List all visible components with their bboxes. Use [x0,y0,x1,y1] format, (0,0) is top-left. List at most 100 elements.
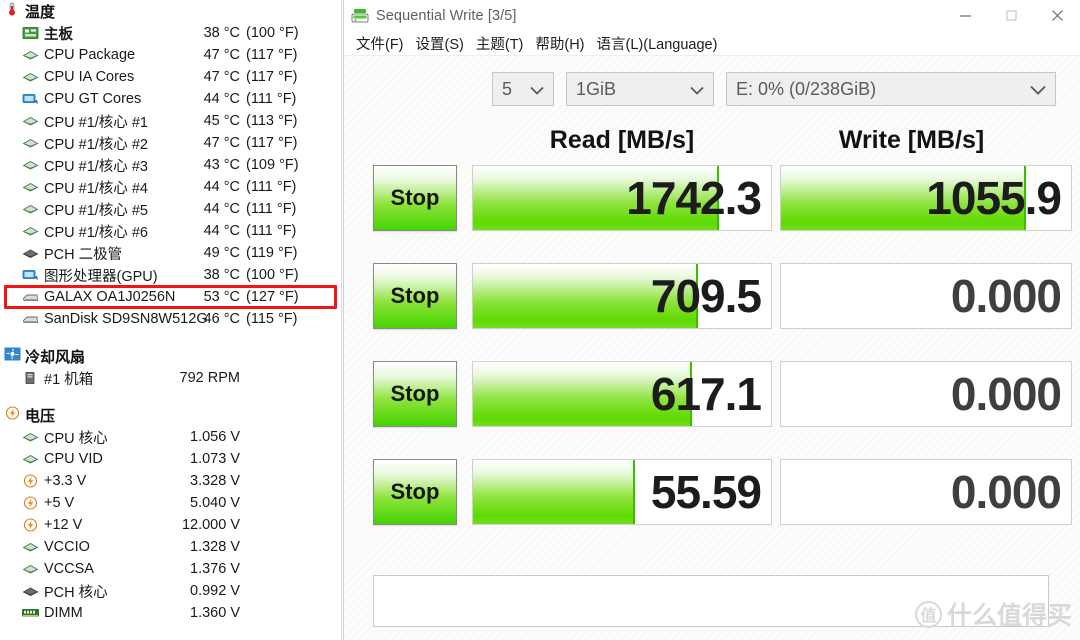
sensor-row[interactable]: CPU #1/核心 #3 43 °C (109 °F) [0,154,342,176]
read-result-seq1m-q8t1[interactable]: 1742.3 [472,165,772,231]
sensor-row[interactable]: CPU IA Cores 47 °C (117 °F) [0,66,342,88]
sensor-value: 792 RPM [176,370,336,386]
sensor-value-primary: 0.992 V [190,583,240,599]
sensor-group-label: 冷却风扇 [25,348,86,366]
sensor-label: GALAX OA1J0256N [44,289,176,305]
pch-chip-icon [22,584,39,598]
sensor-value-secondary: (111 °F) [246,179,297,195]
sensor-label: CPU GT Cores [44,91,142,107]
maximize-button[interactable] [988,0,1034,31]
sensor-row[interactable]: PCH 二极管 49 °C (119 °F) [0,242,342,264]
sensor-value: 1.056 V [176,429,336,445]
sensor-label: CPU 核心 [44,430,108,447]
stop-button-rnd4k-q1t1[interactable]: Stop [373,459,457,525]
sensor-label: CPU IA Cores [44,69,135,85]
sensor-label: +3.3 V [44,473,87,489]
sensor-value: 0.992 V [176,583,336,599]
sensor-value: 3.328 V [176,473,336,489]
sensor-row[interactable]: CPU GT Cores 44 °C (111 °F) [0,88,342,110]
sensor-value: 46 °C (115 °F) [176,311,336,327]
write-result-seq1m-q8t1[interactable]: 1055.9 [780,165,1072,231]
sensor-row[interactable]: 主板 38 °C (100 °F) [0,22,342,44]
sensor-row[interactable]: #1 机箱 792 RPM [0,367,342,389]
sensor-value-primary: 53 °C [203,289,240,305]
menu-bar[interactable]: 文件(F) 设置(S) 主题(T) 帮助(H) 语言(L)(Language) [344,31,1080,56]
sensor-row[interactable]: DIMM 1.360 V [0,602,342,624]
sensor-value: 44 °C (111 °F) [176,201,336,217]
sensor-value-primary: 3.328 V [190,473,240,489]
sensor-value: 45 °C (113 °F) [176,113,336,129]
sensor-value: 38 °C (100 °F) [176,25,336,41]
sensor-value-primary: 1.056 V [190,429,240,445]
sensor-row[interactable]: CPU #1/核心 #1 45 °C (113 °F) [0,110,342,132]
cpu-chip-icon [22,180,39,194]
write-value: 1055.9 [926,172,1062,224]
sensor-row[interactable]: +5 V 5.040 V [0,492,342,514]
thermometer-icon [4,2,21,20]
close-button[interactable] [1034,0,1080,31]
hwinfo-sensor-panel[interactable]: 温度 主板 38 °C (100 °F) CPU Package 47 °C (117 °F… [0,0,342,640]
sensor-row[interactable]: SanDisk SD9SN8W512G 46 °C (115 °F) [0,308,342,330]
sensor-value-secondary: (117 °F) [246,47,298,63]
sensor-row[interactable]: CPU 核心 1.056 V [0,426,342,448]
sensor-row[interactable]: CPU VID 1.073 V [0,448,342,470]
minimize-button[interactable] [942,0,988,31]
write-result-rnd4k-q32t1[interactable]: 0.000 [780,361,1072,427]
window-controls[interactable] [942,0,1080,31]
case-icon [22,371,39,385]
sensor-row[interactable]: PCH 核心 0.992 V [0,580,342,602]
read-result-rnd4k-q32t1[interactable]: 617.1 [472,361,772,427]
menu-item-help[interactable]: 帮助(H) [529,33,590,54]
read-result-rnd4k-q1t1[interactable]: 55.59 [472,459,772,525]
cpu-chip-icon [22,202,39,216]
sensor-value: 47 °C (117 °F) [176,135,336,151]
menu-item-file[interactable]: 文件(F) [350,33,410,54]
sensor-label: #1 机箱 [44,371,94,388]
write-result-seq1m-q1t1[interactable]: 0.000 [780,263,1072,329]
write-result-rnd4k-q1t1[interactable]: 0.000 [780,459,1072,525]
sensor-row[interactable]: CPU #1/核心 #5 44 °C (111 °F) [0,198,342,220]
read-result-seq1m-q1t1[interactable]: 709.5 [472,263,772,329]
sensor-label: VCCIO [44,539,90,555]
stop-button-seq1m-q1t1[interactable]: Stop [373,263,457,329]
sensor-value-primary: 47 °C [203,135,240,151]
sensor-label: PCH 二极管 [44,246,123,263]
sensor-row[interactable]: GALAX OA1J0256N 53 °C (127 °F) [0,286,342,308]
sensor-row[interactable]: VCCIO 1.328 V [0,536,342,558]
sensor-row[interactable]: VCCSA 1.376 V [0,558,342,580]
sensor-row[interactable]: CPU #1/核心 #6 44 °C (111 °F) [0,220,342,242]
sensor-value: 44 °C (111 °F) [176,179,336,195]
cpu-chip-icon [22,48,39,62]
menu-item-theme[interactable]: 主题(T) [470,33,530,54]
sensor-row[interactable]: 图形处理器(GPU) 38 °C (100 °F) [0,264,342,286]
sensor-group-temperatures: 温度 [0,0,342,22]
sensor-value: 1.328 V [176,539,336,555]
window-titlebar[interactable]: Sequential Write [3/5] [344,0,1080,31]
sensor-label: CPU #1/核心 #2 [44,136,148,153]
read-value: 709.5 [650,270,762,322]
sensor-list[interactable]: 温度 主板 38 °C (100 °F) CPU Package 47 °C (117 °F… [0,0,342,624]
sensor-row[interactable]: CPU #1/核心 #2 47 °C (117 °F) [0,132,342,154]
sensor-value: 1.073 V [176,451,336,467]
sensor-value: 43 °C (109 °F) [176,157,336,173]
sensor-value-secondary: (111 °F) [246,223,297,239]
cpu-chip-icon [22,224,39,238]
sensor-row[interactable]: +3.3 V 3.328 V [0,470,342,492]
sensor-row[interactable]: CPU #1/核心 #4 44 °C (111 °F) [0,176,342,198]
gpu-icon [22,268,39,282]
sensor-label: DIMM [44,605,83,621]
menu-item-settings[interactable]: 设置(S) [410,33,470,54]
sensor-row[interactable]: +12 V 12.000 V [0,514,342,536]
site-watermark: 值 什么值得买 [914,596,1072,632]
sensor-value-secondary: (117 °F) [246,135,298,151]
menu-item-language[interactable]: 语言(L)(Language) [591,33,724,54]
cpu-chip-icon [22,70,39,84]
stop-button-rnd4k-q32t1[interactable]: Stop [373,361,457,427]
window-title: Sequential Write [3/5] [376,7,517,24]
voltage-icon [4,406,21,424]
stop-button-seq1m-q8t1[interactable]: Stop [373,165,457,231]
sensor-row[interactable]: CPU Package 47 °C (117 °F) [0,44,342,66]
sensor-value: 44 °C (111 °F) [176,91,336,107]
sensor-value-primary: 44 °C [203,201,240,217]
